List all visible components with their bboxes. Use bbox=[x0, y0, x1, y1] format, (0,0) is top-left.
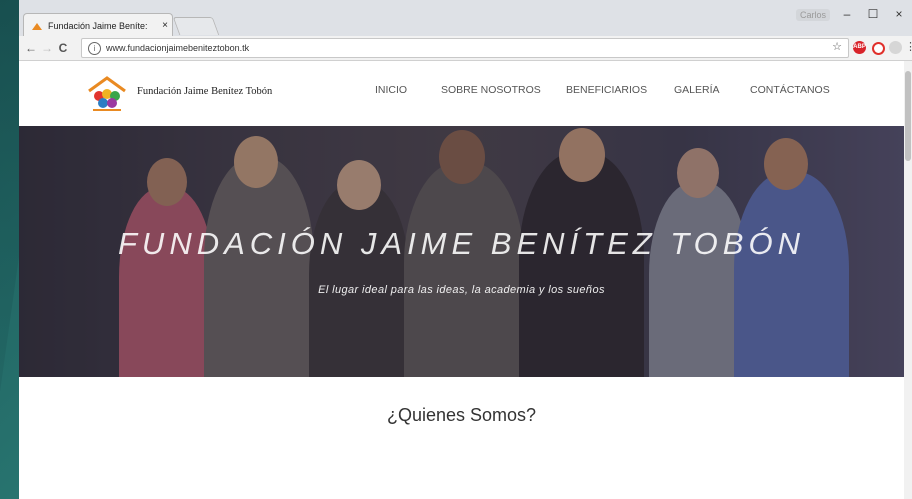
opera-icon[interactable] bbox=[872, 42, 885, 55]
tab-close-icon[interactable]: × bbox=[158, 20, 172, 31]
tab-title: Fundación Jaime Beníte: bbox=[48, 20, 148, 31]
foundation-logo[interactable] bbox=[85, 75, 129, 113]
new-tab-button[interactable] bbox=[172, 17, 220, 35]
reload-button[interactable]: C bbox=[55, 41, 71, 55]
menu-icon[interactable]: ⋮ bbox=[905, 40, 912, 53]
url-text[interactable]: www.fundacionjaimebeniteztobon.tk bbox=[106, 43, 249, 53]
address-toolbar: ← → C i www.fundacionjaimebeniteztobon.t… bbox=[19, 36, 912, 61]
browser-tab[interactable]: Fundación Jaime Beníte: × bbox=[23, 13, 173, 37]
title-bar: Fundación Jaime Beníte: × Carlos – ☐ × bbox=[19, 0, 912, 37]
star-icon[interactable]: ☆ bbox=[832, 40, 842, 53]
back-button[interactable]: ← bbox=[23, 41, 39, 55]
site-header: Fundación Jaime Benítez Tobón INICIO SOB… bbox=[19, 61, 912, 126]
scrollbar-thumb[interactable] bbox=[905, 71, 911, 161]
forward-button[interactable]: → bbox=[39, 41, 55, 55]
browser-window: Fundación Jaime Beníte: × Carlos – ☐ × ←… bbox=[19, 0, 912, 499]
hero-banner: FUNDACIÓN JAIME BENÍTEZ TOBÓN El lugar i… bbox=[19, 126, 904, 377]
maximize-button[interactable]: ☐ bbox=[862, 6, 884, 22]
nav-beneficiarios[interactable]: BENEFICIARIOS bbox=[566, 84, 647, 96]
hero-subtitle: El lugar ideal para las ideas, la academ… bbox=[318, 284, 605, 296]
info-icon[interactable]: i bbox=[88, 41, 101, 55]
close-window-button[interactable]: × bbox=[888, 6, 910, 22]
page-scrollbar[interactable] bbox=[904, 61, 912, 499]
hero-title: FUNDACIÓN JAIME BENÍTEZ TOBÓN bbox=[118, 226, 805, 261]
tab-favicon-icon bbox=[32, 21, 42, 31]
site-name[interactable]: Fundación Jaime Benítez Tobón bbox=[137, 86, 272, 97]
adblock-icon[interactable]: ABP bbox=[853, 41, 866, 54]
nav-galeria[interactable]: GALERÍA bbox=[674, 84, 720, 96]
nav-inicio[interactable]: INICIO bbox=[375, 84, 407, 96]
minimize-button[interactable]: – bbox=[836, 6, 858, 22]
profile-badge[interactable]: Carlos bbox=[795, 9, 830, 21]
nav-sobre-nosotros[interactable]: SOBRE NOSOTROS bbox=[441, 84, 541, 96]
extension-icon[interactable] bbox=[889, 41, 902, 54]
nav-contactanos[interactable]: CONTÁCTANOS bbox=[750, 84, 830, 96]
section-title: ¿Quienes Somos? bbox=[386, 405, 537, 425]
address-bar[interactable]: i www.fundacionjaimebeniteztobon.tk ☆ bbox=[81, 38, 849, 58]
